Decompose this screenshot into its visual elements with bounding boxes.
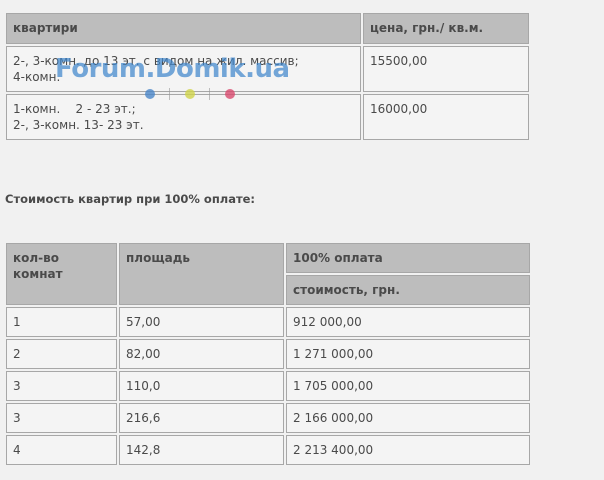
table-row: 1-комн. 2 - 23 эт.; 2-, 3-комн. 13- 23 э… [6, 94, 529, 140]
area-cell: 216,6 [119, 403, 284, 433]
table-header-row: кол-во комнат площадь 100% оплата [6, 243, 530, 305]
area-cell: 110,0 [119, 371, 284, 401]
table-row: 2-, 3-комн. до 13 эт. с видом на жил. ма… [6, 46, 529, 92]
area-cell: 57,00 [119, 307, 284, 337]
header-apartments: квартири [6, 13, 361, 44]
cost-cell: 912 000,00 [286, 307, 530, 337]
price-per-sqm: 16000,00 [363, 94, 529, 140]
table-header-row: квартири цена, грн./ кв.м. [6, 13, 529, 44]
price-per-sqm: 15500,00 [363, 46, 529, 92]
cost-cell: 1 705 000,00 [286, 371, 530, 401]
cost-cell: 1 271 000,00 [286, 339, 530, 369]
area-cell: 82,00 [119, 339, 284, 369]
full-payment-heading: Стоимость квартир при 100% оплате: [5, 192, 256, 206]
apartment-description: 1-комн. 2 - 23 эт.; 2-, 3-комн. 13- 23 э… [6, 94, 361, 140]
header-full-payment: 100% оплата [286, 243, 530, 273]
table-row: 3 110,0 1 705 000,00 [6, 371, 530, 401]
rooms-cell: 3 [6, 371, 117, 401]
area-cell: 142,8 [119, 435, 284, 465]
table-row: 4 142,8 2 213 400,00 [6, 435, 530, 465]
description-line: 2-, 3-комн. 13- 23 эт. [13, 118, 144, 132]
header-cost: стоимость, грн. [286, 275, 530, 305]
table-row: 3 216,6 2 166 000,00 [6, 403, 530, 433]
rooms-cell: 2 [6, 339, 117, 369]
table-row: 2 82,00 1 271 000,00 [6, 339, 530, 369]
page: квартири цена, грн./ кв.м. 2-, 3-комн. д… [0, 0, 604, 480]
description-line: 2-, 3-комн. до 13 эт. с видом на жил. ма… [13, 54, 299, 68]
apartment-description: 2-, 3-комн. до 13 эт. с видом на жил. ма… [6, 46, 361, 92]
description-line: 1-комн. 2 - 23 эт.; [13, 102, 136, 116]
rooms-cell: 1 [6, 307, 117, 337]
cost-cell: 2 166 000,00 [286, 403, 530, 433]
table-row: 1 57,00 912 000,00 [6, 307, 530, 337]
prices-per-sqm-table: квартири цена, грн./ кв.м. 2-, 3-комн. д… [4, 11, 531, 142]
header-rooms: кол-во комнат [6, 243, 117, 305]
full-payment-price-table: кол-во комнат площадь 100% оплата стоимо… [4, 241, 532, 467]
header-area: площадь [119, 243, 284, 305]
rooms-cell: 4 [6, 435, 117, 465]
cost-cell: 2 213 400,00 [286, 435, 530, 465]
rooms-cell: 3 [6, 403, 117, 433]
description-line: 4-комн. [13, 70, 61, 84]
header-price-per-sqm: цена, грн./ кв.м. [363, 13, 529, 44]
